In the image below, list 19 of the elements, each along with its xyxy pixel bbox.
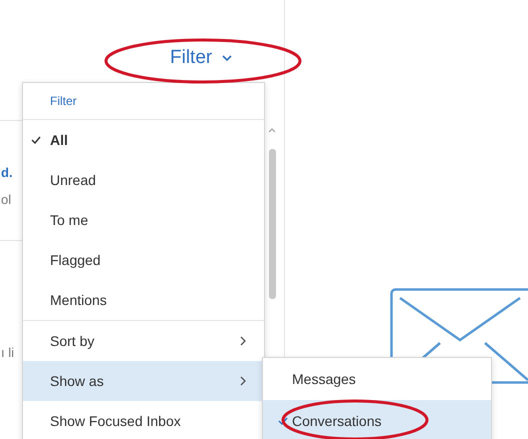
menu-item[interactable]: Mentions bbox=[23, 280, 264, 320]
submenu-item[interactable]: Conversations bbox=[263, 400, 491, 439]
chevron-down-icon bbox=[222, 55, 232, 61]
filter-button[interactable]: Filter bbox=[170, 47, 232, 69]
chevron-right-icon bbox=[240, 376, 246, 386]
menu-item[interactable]: Show as bbox=[23, 361, 264, 401]
menu-item[interactable]: To me bbox=[23, 200, 264, 240]
message-snippet: ol bbox=[1, 192, 12, 207]
menu-item[interactable]: Unread bbox=[23, 160, 264, 200]
submenu-item[interactable]: Messages bbox=[263, 358, 491, 400]
menu-item[interactable]: Flagged bbox=[23, 240, 264, 280]
menu-item[interactable]: All bbox=[23, 120, 264, 160]
scroll-up-icon[interactable] bbox=[268, 128, 276, 133]
message-snippet: d. bbox=[1, 165, 13, 180]
message-snippet: ı li bbox=[1, 345, 14, 360]
scrollbar-thumb[interactable] bbox=[268, 149, 276, 299]
menu-header: Filter bbox=[49, 93, 78, 110]
menu-item[interactable]: Sort by bbox=[23, 321, 264, 361]
chevron-right-icon bbox=[240, 336, 246, 346]
